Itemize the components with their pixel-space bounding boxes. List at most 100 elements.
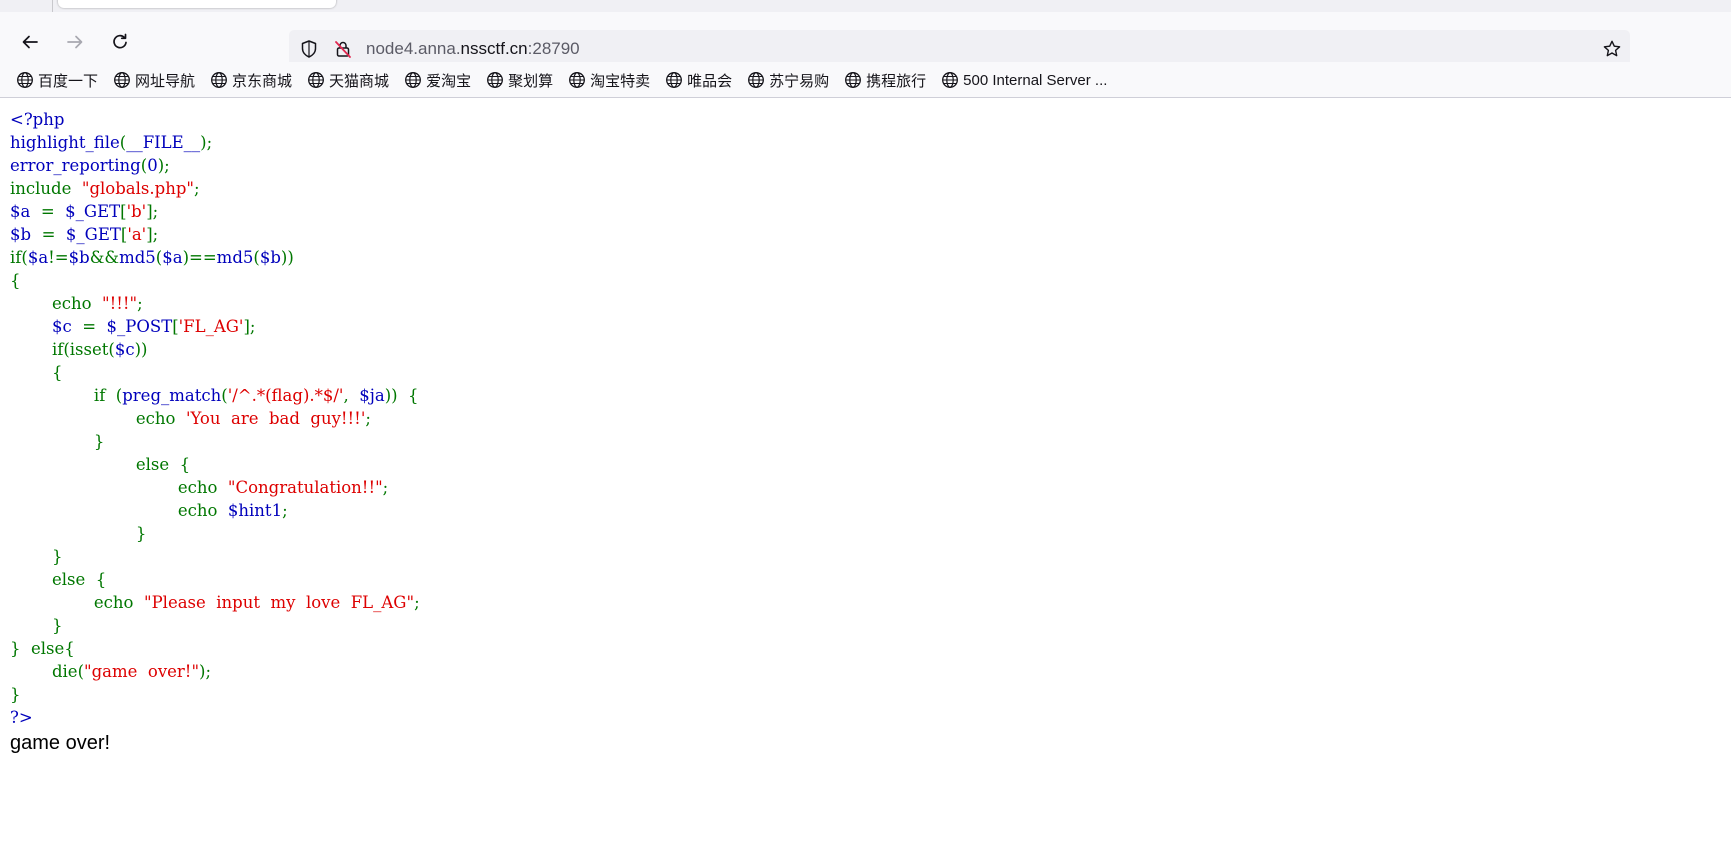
bookmark-label: 百度一下 (38, 72, 99, 90)
bookmark-item[interactable]: 百度一下 (16, 69, 113, 91)
code-token: $_GET (65, 225, 121, 244)
code-token: echo (10, 294, 103, 313)
code-line: echo "!!!"; (10, 292, 420, 315)
code-token: $c (114, 340, 135, 359)
navigation-toolbar: node4.anna.nssctf.cn:28790 (0, 12, 1731, 68)
url-text[interactable]: node4.anna.nssctf.cn:28790 (366, 39, 580, 59)
code-token: } (10, 685, 21, 704)
code-token: "!!!" (102, 294, 138, 313)
bookmark-item[interactable]: 唯品会 (665, 69, 747, 91)
bookmark-item[interactable]: 携程旅行 (844, 69, 941, 91)
bookmark-item[interactable]: 京东商城 (210, 69, 307, 91)
insecure-lock-icon[interactable] (333, 39, 353, 59)
code-token: "Please input my love FL_AG" (143, 593, 415, 612)
globe-icon (748, 72, 765, 88)
code-token: 'You are bad guy!!!' (185, 409, 366, 428)
globe-icon (569, 72, 586, 88)
code-token: if( (10, 248, 28, 267)
code-line: } (10, 545, 420, 568)
code-token: ; (365, 409, 371, 428)
globe-icon (114, 72, 130, 88)
globe-icon (942, 72, 959, 88)
bookmark-label: 500 Internal Server ... (963, 71, 1108, 89)
code-token: $b (10, 225, 42, 244)
code-line: } (10, 522, 420, 545)
bookmark-label: 携程旅行 (866, 72, 927, 90)
tab-separator (52, 0, 53, 12)
code-token: '/^.*(flag).*$/' (227, 386, 344, 405)
bookmark-item[interactable]: 500 Internal Server ... (941, 69, 1122, 91)
code-line: } (10, 430, 420, 453)
bookmark-list: 百度一下 网址导航 京东商城 天猫商城 爱淘宝 聚划算 淘宝特卖 唯品会 苏宁易购 携程旅行 500… (16, 69, 1122, 91)
arrow-right-icon (67, 35, 83, 49)
code-token: echo (10, 478, 228, 497)
globe-icon (308, 72, 324, 88)
bookmark-item[interactable]: 网址导航 (113, 69, 210, 91)
code-line: { (10, 269, 420, 292)
code-line: echo "Please input my love FL_AG"; (10, 591, 420, 614)
code-line: { (10, 361, 420, 384)
bookmark-label: 聚划算 (508, 72, 554, 90)
bookmark-label: 天猫商城 (329, 72, 390, 90)
bookmark-label: 唯品会 (687, 72, 733, 90)
code-token: md5 (119, 248, 156, 267)
reload-button[interactable] (103, 25, 137, 59)
code-token: ; (414, 593, 420, 612)
back-button[interactable] (13, 25, 47, 59)
bookmark-item[interactable]: 苏宁易购 (747, 69, 844, 91)
bookmark-label: 淘宝特卖 (590, 72, 651, 90)
code-token: } (10, 432, 105, 451)
code-token: $ja (359, 386, 385, 405)
bookmark-label: 爱淘宝 (426, 72, 472, 90)
code-line: } (10, 614, 420, 637)
bookmark-item[interactable]: 聚划算 (486, 69, 568, 91)
bookmark-item[interactable]: 淘宝特卖 (568, 69, 665, 91)
forward-button[interactable] (58, 25, 92, 59)
arrow-left-icon (22, 35, 38, 49)
code-token: error_reporting (10, 156, 141, 175)
globe-icon (666, 72, 683, 88)
globe-icon (211, 72, 227, 88)
tab-strip (0, 0, 1731, 12)
code-token: ]; (243, 317, 256, 336)
code-token: 0 (147, 156, 158, 175)
code-token: else { (10, 455, 191, 474)
shield-icon[interactable] (299, 39, 319, 59)
globe-icon (17, 72, 33, 88)
code-token: = (82, 317, 107, 336)
code-line: } else{ (10, 637, 420, 660)
code-token: = (41, 225, 66, 244)
code-line: error_reporting(0); (10, 154, 420, 177)
star-icon[interactable] (1602, 39, 1622, 59)
code-token: echo (10, 593, 144, 612)
code-line: include "globals.php"; (10, 177, 420, 200)
bookmarks-toolbar: 百度一下 网址导航 京东商城 天猫商城 爱淘宝 聚划算 淘宝特卖 唯品会 苏宁易购 携程旅行 500… (0, 62, 1731, 98)
bookmark-label: 京东商城 (232, 72, 293, 90)
code-token: $c (10, 317, 83, 336)
bookmark-item[interactable]: 天猫商城 (307, 69, 404, 91)
code-token: { (10, 363, 63, 382)
code-token: if(isset( (10, 340, 115, 359)
code-token: )) { (384, 386, 419, 405)
code-token: preg_match (122, 386, 222, 405)
code-line: $a = $_GET['b']; (10, 200, 420, 223)
globe-icon (405, 72, 422, 88)
code-line: $b = $_GET['a']; (10, 223, 420, 246)
active-tab[interactable] (58, 0, 336, 8)
code-token: $a (10, 202, 41, 221)
code-token: ); (199, 662, 212, 681)
bookmark-item[interactable]: 爱淘宝 (404, 69, 486, 91)
code-token: ]; (146, 225, 159, 244)
code-token: )) (134, 340, 148, 359)
bookmark-label: 网址导航 (135, 72, 196, 90)
globe-icon (845, 72, 862, 88)
code-token: ]; (146, 202, 159, 221)
code-token: ; (382, 478, 389, 497)
code-token: } else{ (10, 639, 75, 658)
code-line: else { (10, 453, 420, 476)
code-token: ?> (10, 708, 33, 727)
code-token: $_POST (106, 317, 173, 336)
code-token: 'a' (127, 225, 147, 244)
code-token: if ( (10, 386, 123, 405)
code-token: "globals.php" (81, 179, 194, 198)
